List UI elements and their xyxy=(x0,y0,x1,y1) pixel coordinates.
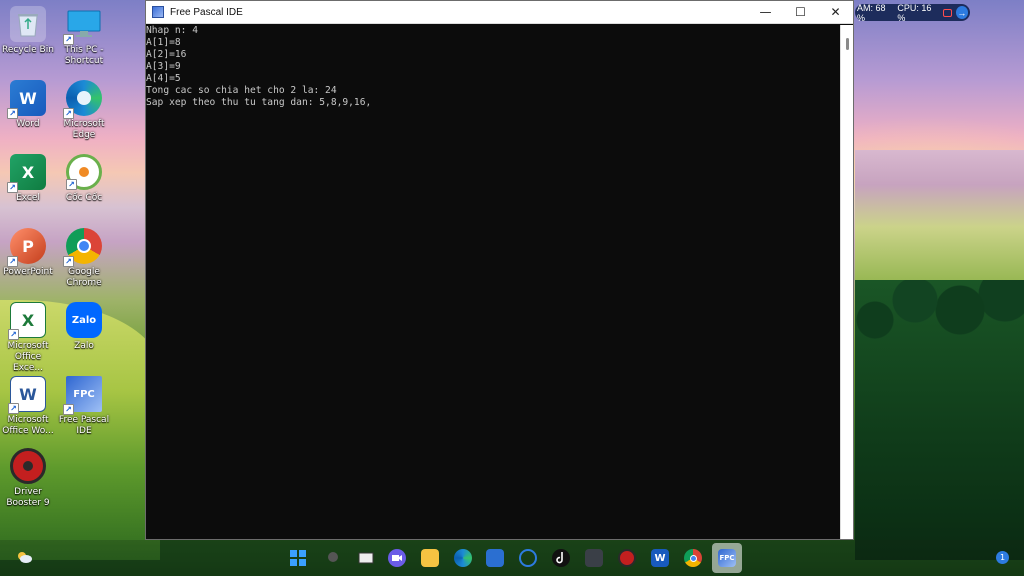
word-icon: W ↗ xyxy=(7,80,46,119)
shortcut-arrow-icon: ↗ xyxy=(63,34,74,45)
desktop-icon-label: Recycle Bin xyxy=(2,45,54,55)
zalo-glyph: Zalo xyxy=(71,314,97,326)
tiktok-icon[interactable] xyxy=(552,549,570,567)
desktop-icon-this-pc[interactable]: ↗ This PC - Shortcut xyxy=(56,6,112,67)
vertical-scrollbar[interactable] xyxy=(840,25,853,539)
ram-usage: AM: 68 % xyxy=(857,2,886,23)
chrome-icon: ↗ xyxy=(63,228,102,267)
desktop-icon-label: Microsoft Office Exce... xyxy=(7,341,49,373)
word-icon[interactable]: W xyxy=(651,549,669,567)
shortcut-arrow-icon: ↗ xyxy=(8,403,19,414)
shortcut-arrow-icon: ↗ xyxy=(63,256,74,267)
window-titlebar[interactable]: Free Pascal IDE — ☐ ✕ xyxy=(146,1,853,24)
powerpoint-letter: P xyxy=(22,236,34,256)
console-line: A[2]=16 xyxy=(146,49,187,60)
taskbar: W FPC xyxy=(0,540,1024,576)
console-line: Tong cac so chia het cho 2 la: 24 xyxy=(146,85,337,96)
shortcut-arrow-icon: ↗ xyxy=(7,256,18,267)
shortcut-arrow-icon: ↗ xyxy=(7,182,18,193)
desktop-icon-label: Excel xyxy=(16,193,40,203)
word-letter: W xyxy=(19,88,37,108)
excel-letter: X xyxy=(21,162,35,182)
windows-start-icon[interactable] xyxy=(289,549,307,567)
desktop-icon-excel[interactable]: X ↗ Excel xyxy=(0,154,56,204)
office-excel-letter: X xyxy=(21,310,35,330)
fpc-icon[interactable]: FPC xyxy=(718,549,736,567)
driver-booster-icon[interactable] xyxy=(618,549,636,567)
desktop-icon-label: Google Chrome xyxy=(66,267,102,288)
fpc-icon: FPC ↗ xyxy=(63,376,102,415)
desktop-icon-label: This PC - Shortcut xyxy=(64,45,104,66)
maximize-button[interactable]: ☐ xyxy=(783,1,818,24)
performance-widget[interactable]: AM: 68 % CPU: 16 % → xyxy=(855,2,970,23)
desktop-icon-chrome[interactable]: ↗ Google Chrome xyxy=(56,228,112,289)
console-line: A[1]=8 xyxy=(146,37,181,48)
powerpoint-icon: P ↗ xyxy=(7,228,46,267)
excel-icon: X ↗ xyxy=(7,154,46,193)
teams-icon[interactable] xyxy=(388,549,406,567)
desktop-icon-free-pascal[interactable]: FPC ↗ Free Pascal IDE xyxy=(56,376,112,437)
console-output[interactable]: Nhap n: 4 A[1]=8 A[2]=16 A[3]=9 A[4]=5 T… xyxy=(146,25,841,539)
desktop-icon-office-excel[interactable]: X ↗ Microsoft Office Exce... xyxy=(0,302,56,374)
window-title: Free Pascal IDE xyxy=(170,6,243,18)
desktop-icon-label: Free Pascal IDE xyxy=(58,415,110,436)
record-icon xyxy=(943,8,952,17)
word-letter: W xyxy=(654,552,666,564)
desktop-icon-coccoc[interactable]: ↗ Cốc Cốc xyxy=(56,154,112,204)
desktop-icon-label: Driver Booster 9 xyxy=(6,487,50,508)
desktop-icon-label: Microsoft Office Wo... xyxy=(2,415,54,436)
notification-badge[interactable]: 1 xyxy=(996,551,1009,564)
monitor-icon: ↗ xyxy=(63,6,102,45)
desktop-icon-recycle-bin[interactable]: Recycle Bin xyxy=(0,6,56,56)
shortcut-arrow-icon: ↗ xyxy=(8,329,19,340)
weather-icon[interactable] xyxy=(15,549,33,563)
office-excel-icon: X ↗ xyxy=(8,302,46,340)
task-view-icon[interactable] xyxy=(357,549,375,567)
recycle-bin-icon xyxy=(10,6,46,42)
desktop-icon-label: Microsoft Edge xyxy=(63,119,105,140)
installer-icon[interactable] xyxy=(585,549,603,567)
console-line: Sap xep theo thu tu tang dan: 5,8,9,16, xyxy=(146,97,372,108)
desktop-icon-office-word[interactable]: W ↗ Microsoft Office Wo... xyxy=(0,376,56,437)
edge-icon[interactable] xyxy=(454,549,472,567)
desktop-icon-label: Zalo xyxy=(74,341,94,351)
desktop-icon-edge[interactable]: ↗ Microsoft Edge xyxy=(56,80,112,141)
file-explorer-icon[interactable] xyxy=(421,549,439,567)
zalo-icon: Zalo xyxy=(66,302,102,338)
chrome-icon[interactable] xyxy=(684,549,702,567)
shortcut-arrow-icon: ↗ xyxy=(7,108,18,119)
console-line: A[4]=5 xyxy=(146,73,181,84)
office-word-icon: W ↗ xyxy=(8,376,46,414)
desktop-icon-label: Word xyxy=(16,119,40,129)
desktop-icon-label: Cốc Cốc xyxy=(65,193,103,203)
cortana-icon[interactable] xyxy=(519,549,537,567)
console-line: Nhap n: 4 xyxy=(146,25,198,36)
fpc-icon xyxy=(152,6,164,18)
fpc-glyph: FPC xyxy=(73,388,95,400)
search-icon[interactable] xyxy=(325,549,343,567)
cpu-usage: CPU: 16 % xyxy=(897,2,932,23)
desktop-icon-driver-booster[interactable]: Driver Booster 9 xyxy=(0,448,56,509)
free-pascal-window[interactable]: Free Pascal IDE — ☐ ✕ Nhap n: 4 A[1]=8 A… xyxy=(145,0,854,540)
console-line: A[3]=9 xyxy=(146,61,181,72)
close-button[interactable]: ✕ xyxy=(818,1,853,24)
edge-icon: ↗ xyxy=(63,80,102,119)
store-icon[interactable] xyxy=(486,549,504,567)
fpc-glyph: FPC xyxy=(719,554,735,562)
desktop-icon-label: PowerPoint xyxy=(3,267,53,277)
shortcut-arrow-icon: ↗ xyxy=(63,108,74,119)
desktop-icon-zalo[interactable]: Zalo Zalo xyxy=(56,302,112,352)
shortcut-arrow-icon: ↗ xyxy=(66,179,77,190)
desktop-icon-word[interactable]: W ↗ Word xyxy=(0,80,56,130)
wallpaper-forest xyxy=(855,280,1024,560)
desktop-icon-powerpoint[interactable]: P ↗ PowerPoint xyxy=(0,228,56,278)
arrow-right-icon[interactable]: → xyxy=(955,6,968,19)
wallpaper-hills xyxy=(855,150,1024,290)
office-word-letter: W xyxy=(19,384,37,404)
shortcut-arrow-icon: ↗ xyxy=(63,404,74,415)
coccoc-icon: ↗ xyxy=(66,154,102,190)
driver-booster-icon xyxy=(10,448,46,484)
minimize-button[interactable]: — xyxy=(748,1,783,24)
scrollbar-thumb[interactable] xyxy=(846,38,849,50)
